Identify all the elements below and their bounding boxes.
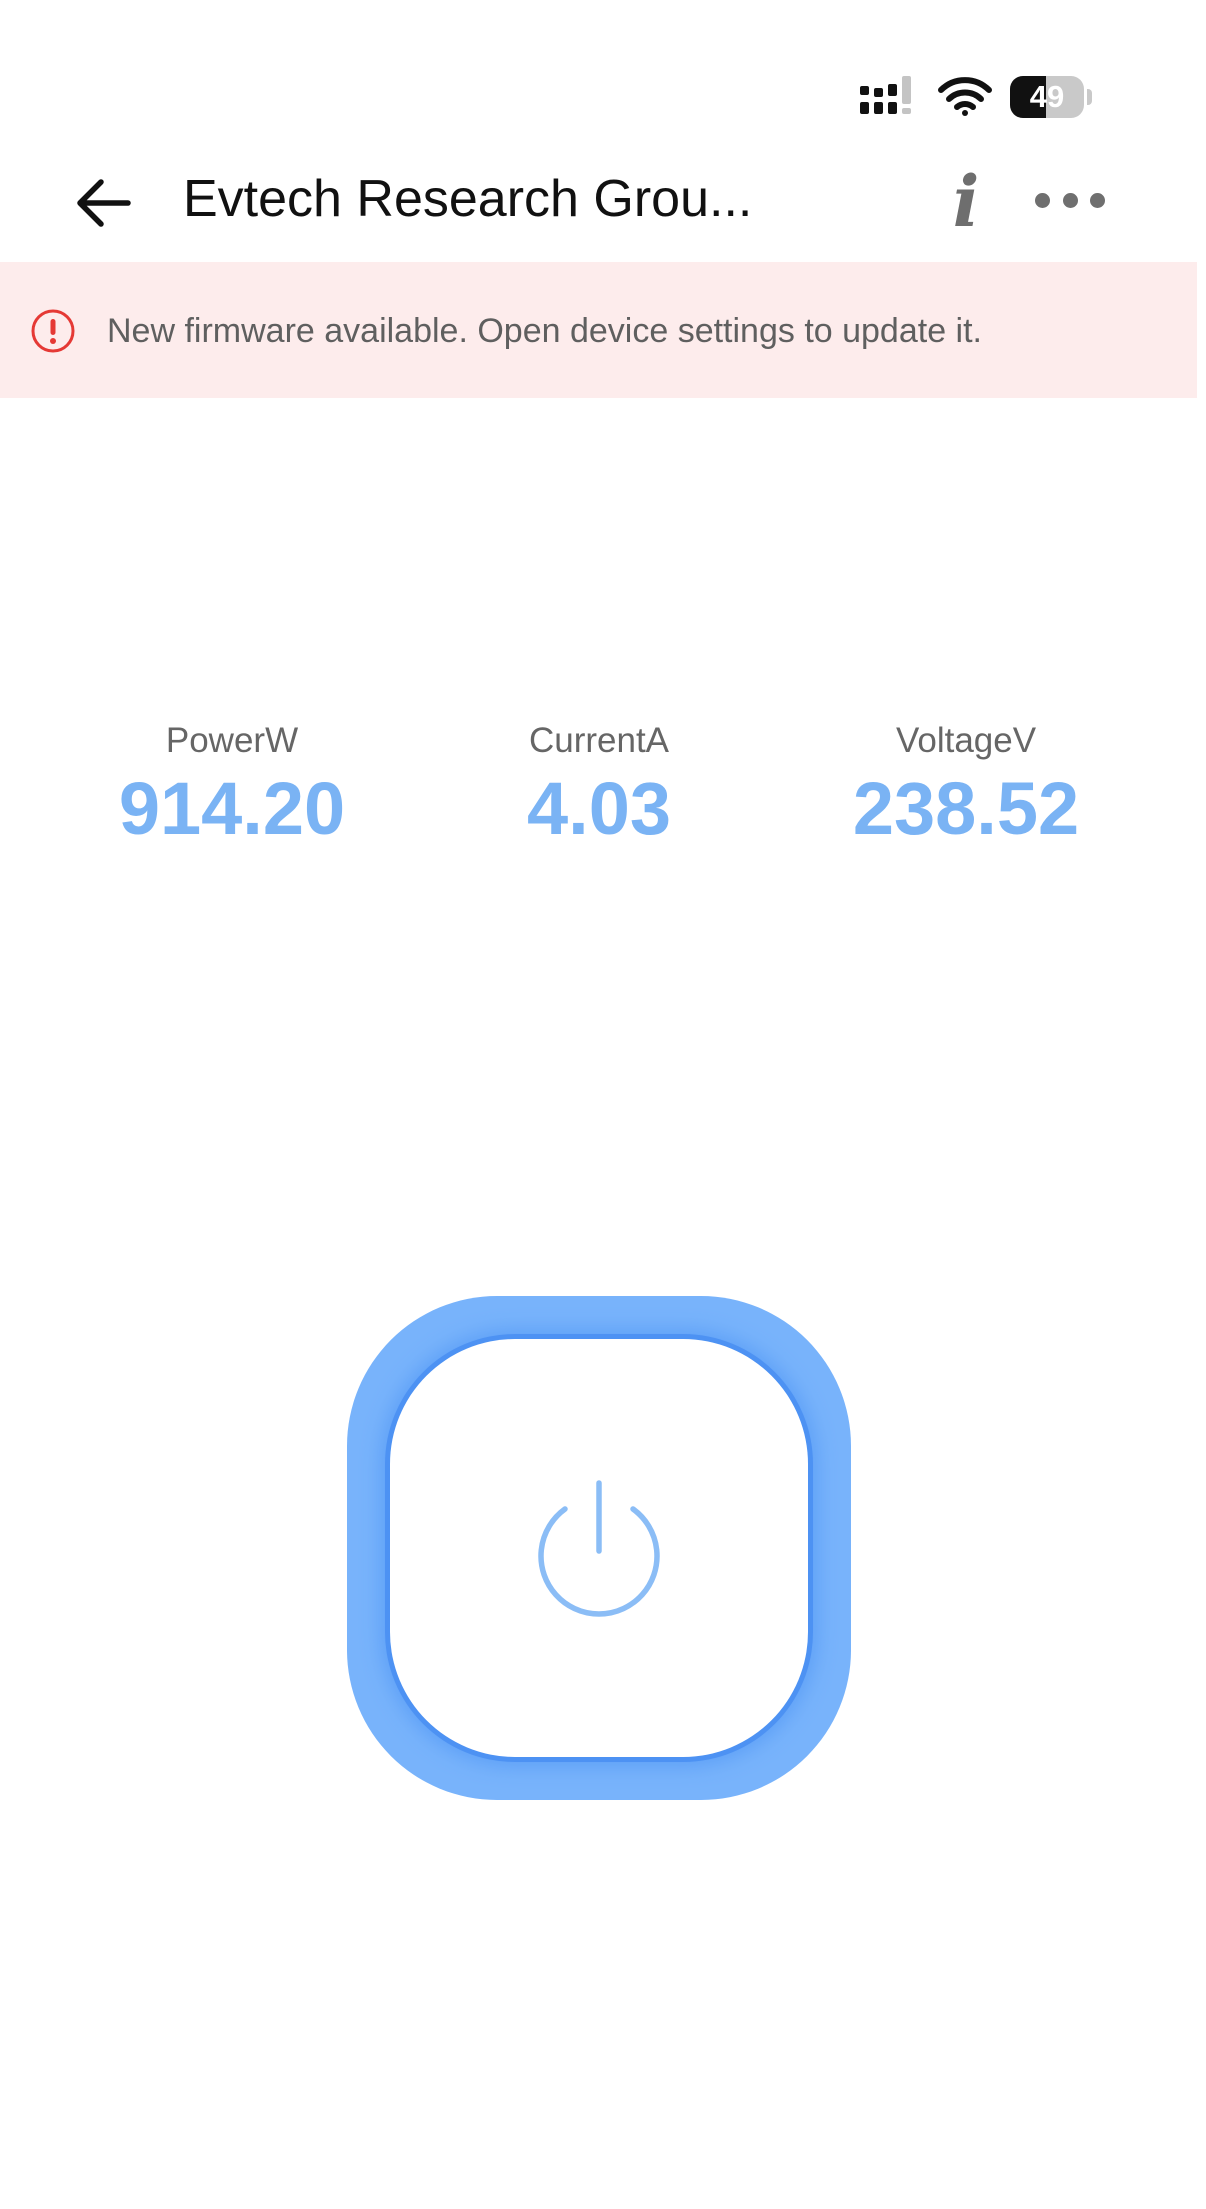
metric-label: PowerW — [165, 721, 299, 760]
arrow-left-icon — [77, 179, 131, 227]
battery-body: 49 — [1010, 76, 1084, 118]
cellular-signal-icon — [860, 76, 911, 114]
banner-message: New firmware available. Open device sett… — [107, 312, 983, 350]
metric-label: VoltageV — [895, 721, 1037, 760]
back-button[interactable] — [68, 170, 138, 236]
metric-current: CurrentA 4.03 — [429, 716, 769, 852]
more-dot — [1035, 192, 1050, 208]
exclamation-circle-icon — [31, 309, 75, 353]
metric-voltage: VoltageV 238.52 — [796, 716, 1136, 852]
page-title: Evtech Research Grou... — [183, 170, 753, 228]
power-toggle-face — [390, 1339, 808, 1757]
battery-nub — [1087, 89, 1092, 105]
more-dot — [1062, 192, 1078, 208]
wifi-icon — [938, 77, 992, 116]
metrics-panel: PowerW 914.20 CurrentA 4.03 VoltageV 238… — [0, 716, 1206, 856]
header: Evtech Research Grou... i — [0, 150, 1206, 262]
more-dot — [1090, 192, 1105, 208]
battery-level: 49 — [1029, 79, 1065, 114]
more-options-button[interactable] — [1035, 180, 1105, 220]
power-toggle-button[interactable] — [347, 1296, 851, 1800]
status-bar: 49 — [0, 0, 1206, 150]
metric-value: 4.03 — [526, 767, 672, 850]
info-icon: i — [952, 159, 980, 243]
battery-icon: 49 — [1010, 76, 1092, 118]
metric-power: PowerW 914.20 — [62, 716, 402, 852]
metric-label: CurrentA — [528, 721, 670, 760]
metric-value: 238.52 — [852, 767, 1080, 850]
power-icon — [538, 1480, 660, 1617]
metric-value: 914.20 — [118, 767, 346, 850]
info-button[interactable]: i — [940, 159, 992, 243]
firmware-update-banner[interactable]: New firmware available. Open device sett… — [0, 262, 1197, 398]
